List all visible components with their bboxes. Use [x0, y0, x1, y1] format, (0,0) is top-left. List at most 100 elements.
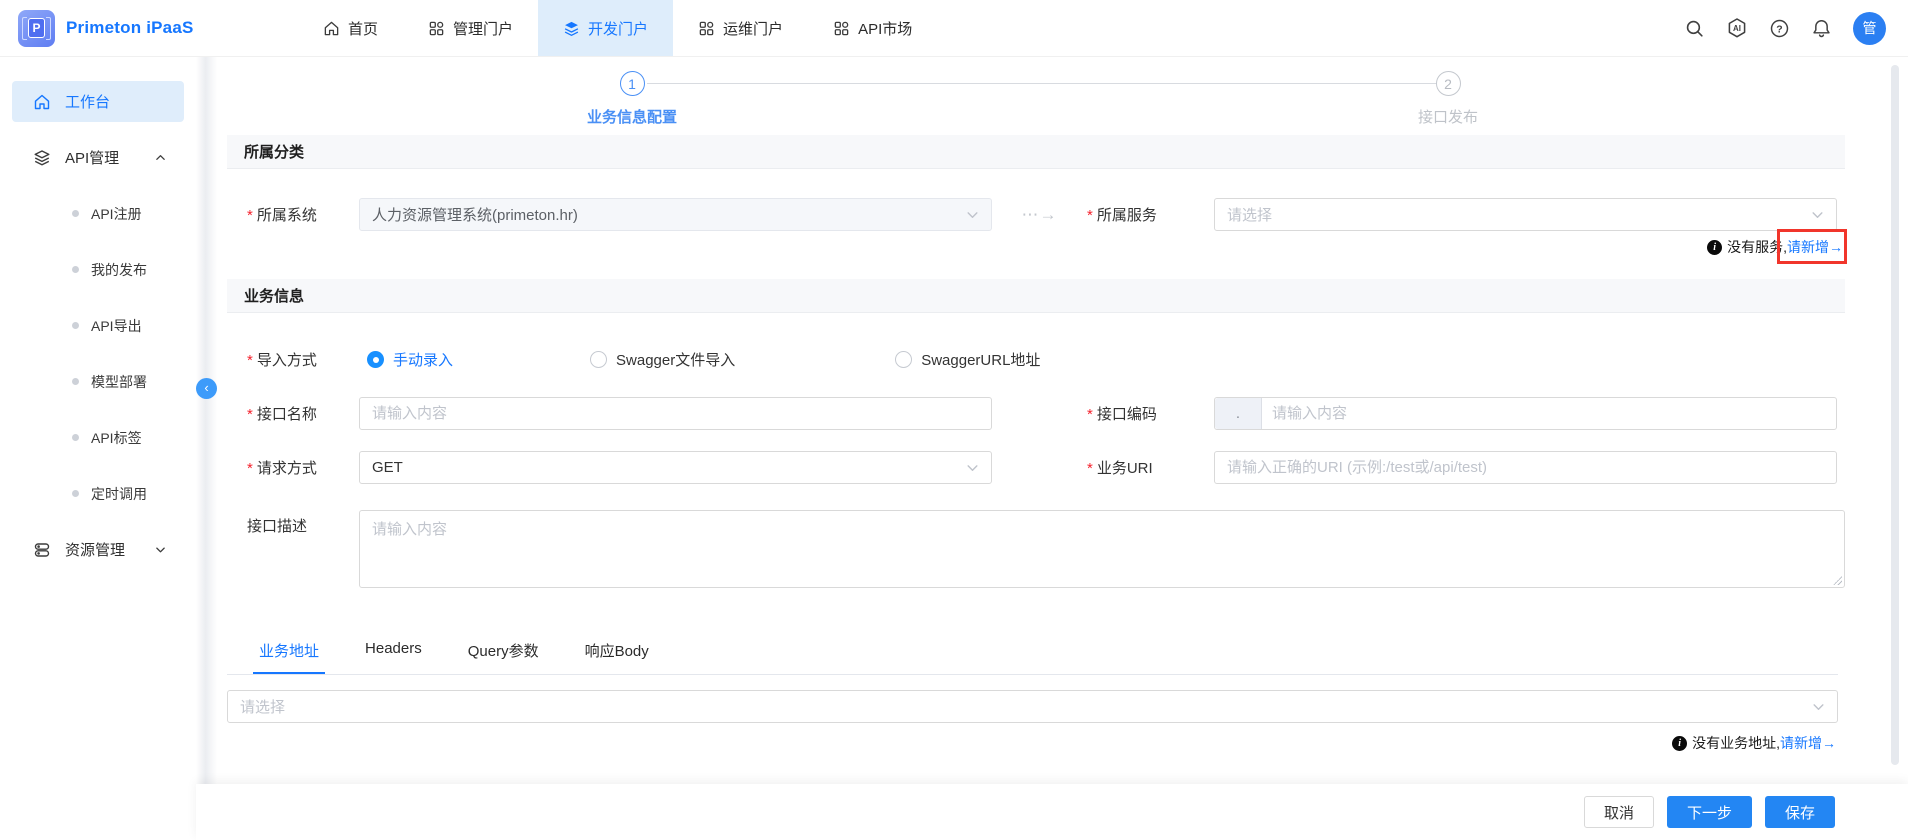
request-method-select[interactable]: GET: [359, 451, 992, 484]
svg-text:AI: AI: [1733, 24, 1741, 33]
sidebar-item-my-publish[interactable]: 我的发布: [12, 249, 184, 290]
sidebar-group-resource-management[interactable]: 资源管理: [12, 529, 184, 570]
search-icon[interactable]: [1684, 18, 1705, 39]
next-step-button[interactable]: 下一步: [1667, 796, 1752, 828]
code-prefix: .: [1215, 398, 1262, 429]
request-method-label: *请求方式: [227, 457, 359, 478]
nav-item-home[interactable]: 首页: [298, 0, 403, 56]
import-mode-row: *导入方式 手动录入 Swagger文件导入 SwaggerURL地址: [227, 343, 1845, 376]
sidebar-item-workbench[interactable]: 工作台: [12, 81, 184, 122]
api-code-label: *接口编码: [1087, 403, 1214, 424]
chevron-down-icon: [966, 208, 979, 221]
sidebar-gutter: ‹: [196, 57, 217, 840]
user-avatar[interactable]: 管: [1853, 12, 1886, 45]
import-mode-label: *导入方式: [227, 349, 359, 370]
nav-item-api-market[interactable]: API市场: [808, 0, 937, 56]
step-api-publish: 2 接口发布: [1418, 71, 1478, 127]
api-code-input-wrap: .: [1214, 397, 1837, 430]
name-code-row: *接口名称 *接口编码 .: [227, 397, 1845, 430]
grid-icon: [833, 20, 850, 37]
cancel-button[interactable]: 取消: [1584, 796, 1654, 828]
help-icon[interactable]: ?: [1769, 18, 1790, 39]
step-business-config: 1 业务信息配置: [587, 71, 677, 127]
business-uri-input[interactable]: [1227, 459, 1824, 476]
dashed-arrow-icon: ⋯→: [992, 205, 1087, 225]
detail-tabs: 业务地址 Headers Query参数 响应Body: [259, 640, 1845, 674]
bullet-icon: [72, 490, 79, 497]
step-label: 接口发布: [1418, 106, 1478, 127]
radio-swagger-url[interactable]: SwaggerURL地址: [895, 349, 1040, 370]
brand: P Primeton iPaaS: [18, 10, 278, 47]
radio-icon: [367, 351, 384, 368]
info-icon: i: [1707, 240, 1722, 255]
bullet-icon: [72, 210, 79, 217]
ai-assistant-icon[interactable]: AI: [1726, 17, 1748, 39]
footer-actions: 取消 下一步 保存: [196, 784, 1908, 840]
radio-icon: [590, 351, 607, 368]
nav-item-ops-portal[interactable]: 运维门户: [673, 0, 808, 56]
add-address-link[interactable]: 请新增→: [1780, 733, 1836, 753]
nav-item-dev-portal[interactable]: 开发门户: [538, 0, 673, 56]
tab-response-body[interactable]: 响应Body: [585, 640, 649, 674]
description-row: 接口描述 请输入内容: [227, 510, 1845, 588]
business-address-select[interactable]: 请选择: [227, 690, 1838, 723]
business-uri-label: *业务URI: [1087, 457, 1214, 478]
layers-icon: [33, 149, 51, 167]
system-select[interactable]: 人力资源管理系统(primeton.hr): [359, 198, 992, 231]
bell-icon[interactable]: [1811, 18, 1832, 39]
chevron-down-icon: [966, 461, 979, 474]
section-header-business: 业务信息: [227, 279, 1845, 313]
service-select[interactable]: 请选择: [1214, 198, 1837, 231]
database-icon: [33, 541, 51, 559]
home-icon: [33, 93, 51, 111]
service-label: *所属服务: [1087, 204, 1214, 225]
portal-nav: 首页 管理门户 开发门户 运维门户 API市场: [298, 0, 937, 56]
service-note: i 没有服务, 请新增→: [227, 236, 1845, 258]
chevron-up-icon: [155, 152, 166, 163]
bullet-icon: [72, 266, 79, 273]
step-number: 2: [1435, 71, 1460, 96]
grid-icon: [428, 20, 445, 37]
nav-item-admin-portal[interactable]: 管理门户: [403, 0, 538, 56]
radio-manual-entry[interactable]: 手动录入: [367, 349, 453, 370]
tab-query-params[interactable]: Query参数: [468, 640, 539, 674]
resize-handle-icon[interactable]: [1832, 575, 1842, 585]
method-uri-row: *请求方式 GET *业务URI: [227, 451, 1845, 484]
brand-name: Primeton iPaaS: [66, 18, 194, 38]
sidebar: 工作台 API管理 API注册 我的发布 API导出 模型部署 API标签 定时…: [0, 57, 196, 840]
radio-swagger-file[interactable]: Swagger文件导入: [590, 349, 735, 370]
sidebar-item-api-register[interactable]: API注册: [12, 193, 184, 234]
sidebar-collapse-button[interactable]: ‹: [196, 378, 217, 399]
layers-icon: [563, 20, 580, 37]
chevron-down-icon: [1812, 700, 1825, 713]
scrollbar-thumb[interactable]: [1891, 65, 1899, 765]
api-name-label: *接口名称: [227, 403, 359, 424]
top-navigation-bar: P Primeton iPaaS 首页 管理门户 开发门户 运维门户: [0, 0, 1908, 57]
stepper-connector: [647, 83, 1436, 84]
step-label: 业务信息配置: [587, 106, 677, 127]
sidebar-item-scheduled-call[interactable]: 定时调用: [12, 473, 184, 514]
svg-text:?: ?: [1776, 23, 1782, 35]
chevron-down-icon: [1811, 208, 1824, 221]
address-note: i 没有业务地址, 请新增→: [227, 732, 1845, 754]
grid-icon: [698, 20, 715, 37]
sidebar-item-model-deploy[interactable]: 模型部署: [12, 361, 184, 402]
api-name-input[interactable]: [372, 405, 979, 422]
bullet-icon: [72, 434, 79, 441]
sidebar-group-api-management[interactable]: API管理: [12, 137, 184, 178]
chevron-down-icon: [155, 544, 166, 555]
bullet-icon: [72, 322, 79, 329]
sidebar-item-api-export[interactable]: API导出: [12, 305, 184, 346]
sidebar-item-api-tags[interactable]: API标签: [12, 417, 184, 458]
section-header-category: 所属分类: [227, 135, 1845, 169]
tab-headers[interactable]: Headers: [365, 640, 422, 674]
step-number: 1: [619, 71, 644, 96]
api-code-input[interactable]: [1272, 405, 1824, 422]
info-icon: i: [1672, 736, 1687, 751]
wizard-stepper: 1 业务信息配置 2 接口发布: [227, 57, 1845, 135]
main-content: 1 业务信息配置 2 接口发布 所属分类 *所属系统 人力资源管理系统(prim…: [217, 57, 1908, 784]
save-button[interactable]: 保存: [1765, 796, 1835, 828]
radio-icon: [895, 351, 912, 368]
api-description-textarea[interactable]: 请输入内容: [359, 510, 1845, 588]
tab-business-address[interactable]: 业务地址: [259, 640, 319, 674]
